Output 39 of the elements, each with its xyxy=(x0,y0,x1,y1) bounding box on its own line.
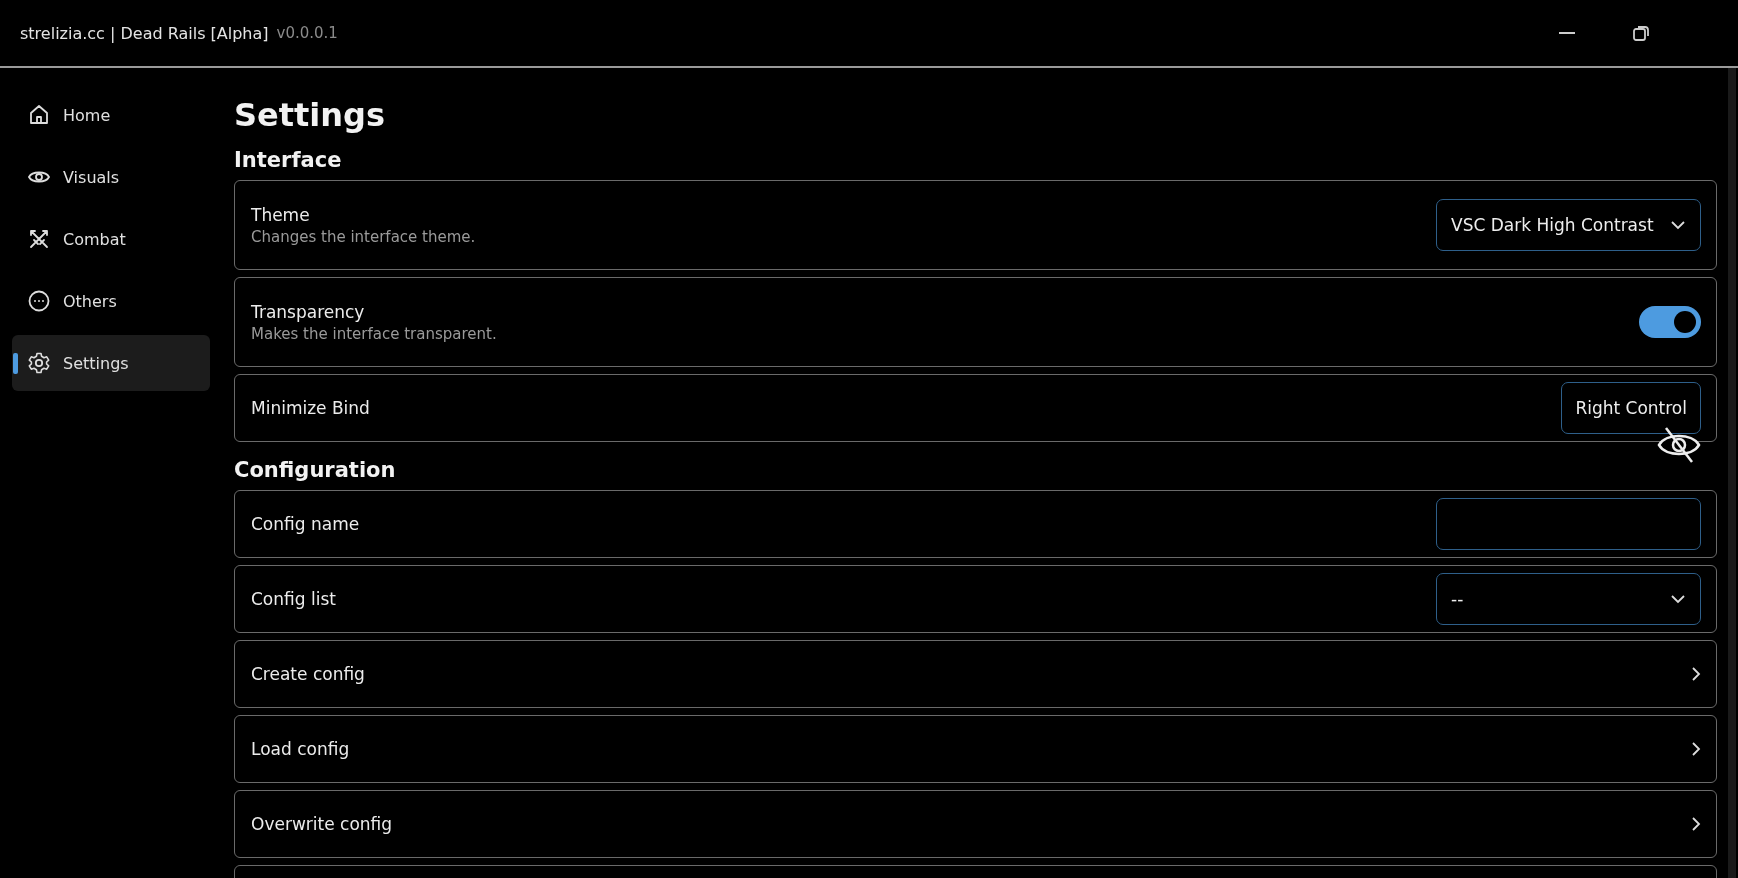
sidebar-item[interactable]: Settings xyxy=(12,335,210,391)
dropdown[interactable]: VSC Dark High Contrast xyxy=(1436,199,1701,251)
toggle-switch[interactable] xyxy=(1639,306,1701,338)
setting-label: Create config xyxy=(251,664,366,684)
section-heading: Interface xyxy=(234,148,343,172)
crossed-swords-icon xyxy=(27,227,51,251)
eye-slash-icon xyxy=(1656,425,1702,465)
action-button[interactable]: Create config xyxy=(234,640,1717,708)
setting-description: Makes the interface transparent. xyxy=(251,324,498,343)
setting-label: Overwrite config xyxy=(251,814,394,834)
setting-description: Changes the interface theme. xyxy=(251,227,477,246)
setting-label: Config name xyxy=(251,514,361,534)
setting-label: Transparency xyxy=(251,301,366,322)
chevron-right-icon xyxy=(1691,816,1701,832)
chevron-down-icon xyxy=(1670,594,1686,604)
sidebar-item[interactable]: Visuals xyxy=(12,149,210,205)
chevron-right-icon xyxy=(1691,741,1701,757)
version-label: v0.0.0.1 xyxy=(276,24,338,42)
chevron-right-icon xyxy=(1691,666,1701,682)
minimize-icon[interactable] xyxy=(1558,31,1576,35)
page-title: Settings xyxy=(234,96,387,134)
more-icon xyxy=(27,289,51,313)
input-field[interactable] xyxy=(1436,498,1701,550)
sidebar-item[interactable]: Others xyxy=(12,273,210,329)
setting-label: Minimize Bind xyxy=(251,398,371,418)
chevron-down-icon xyxy=(1670,220,1686,230)
setting-label: Theme xyxy=(251,204,311,225)
action-button[interactable]: Load config xyxy=(234,715,1717,783)
dropdown[interactable]: -- xyxy=(1436,573,1701,625)
settings-icon xyxy=(27,351,51,375)
section-heading: Configuration xyxy=(234,458,397,482)
setting-label: Load config xyxy=(251,739,351,759)
sidebar-item[interactable]: Combat xyxy=(12,211,210,267)
restore-icon[interactable] xyxy=(1632,24,1650,42)
sidebar-item[interactable]: Home xyxy=(12,87,210,143)
action-button[interactable]: Overwrite config xyxy=(234,790,1717,858)
home-icon xyxy=(27,103,51,127)
window-title: strelizia.cc | Dead Rails [Alpha] xyxy=(20,23,269,43)
setting-label: Config list xyxy=(251,589,337,609)
